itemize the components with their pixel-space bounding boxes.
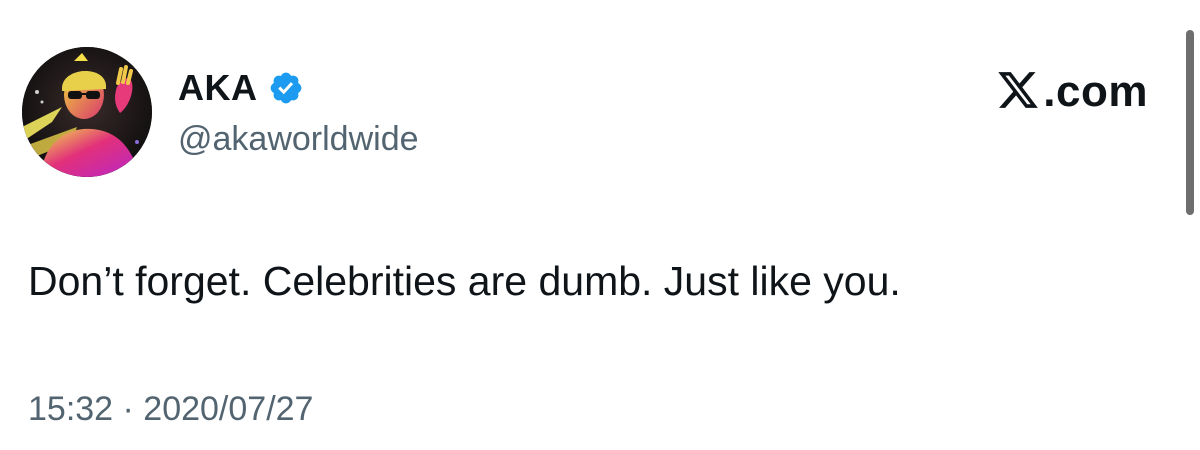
display-name-row: AKA (178, 66, 304, 110)
tweet-text: Don’t forget. Celebrities are dumb. Just… (28, 258, 901, 304)
brand-text: .com (1043, 67, 1148, 116)
avatar[interactable] (22, 47, 152, 177)
brand-logo: .com (995, 62, 1148, 117)
scrollbar[interactable] (1186, 30, 1194, 215)
display-name[interactable]: AKA (178, 67, 258, 109)
verified-badge-icon (268, 70, 304, 106)
avatar-image (22, 47, 152, 177)
x-logo-icon (995, 68, 1041, 112)
user-handle[interactable]: @akaworldwide (178, 120, 419, 159)
tweet-timestamp[interactable]: 15:32 · 2020/07/27 (28, 390, 313, 429)
tweet-card: AKA @akaworldwide .com Don’t forget. Cel… (0, 0, 1200, 450)
